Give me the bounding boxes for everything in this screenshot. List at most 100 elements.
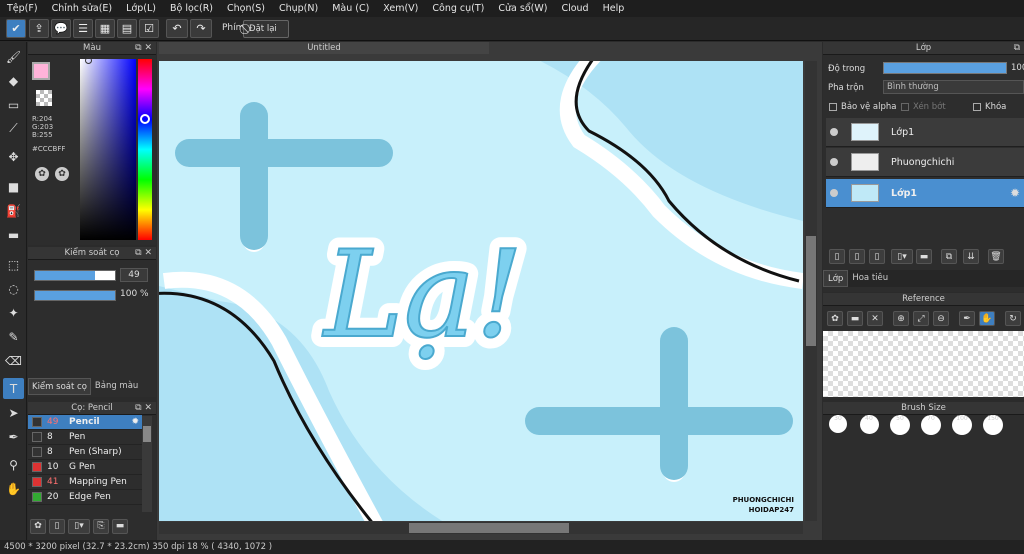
menu-select[interactable]: Chọn(S) (220, 3, 272, 14)
merge-layer-icon[interactable]: ⇊ (963, 249, 979, 264)
size-value[interactable]: 49 (120, 268, 148, 282)
scrollbar-thumb[interactable] (143, 426, 151, 442)
export-icon[interactable]: ⇪ (29, 19, 49, 38)
tab-brush-control[interactable]: Kiểm soát cọ (28, 378, 91, 395)
palette-add-icon[interactable]: ✿ (55, 167, 69, 181)
vscroll-thumb[interactable] (806, 236, 816, 346)
menu-cloud[interactable]: Cloud (554, 3, 595, 14)
select-tool-icon[interactable]: ⬚ (3, 254, 24, 275)
gear-icon[interactable]: ✹ (131, 417, 139, 427)
text-tool-icon[interactable]: T (3, 378, 24, 399)
menu-tools[interactable]: Công cụ(T) (425, 3, 491, 14)
hand-tool-icon[interactable]: ✋ (3, 478, 24, 499)
menu-filter[interactable]: Bộ lọc(R) (163, 3, 220, 14)
grid-icon[interactable]: ▦ (95, 19, 115, 38)
brush-settings-icon[interactable]: ✿ (30, 518, 46, 534)
cloud-check-icon[interactable]: ✔ (6, 19, 26, 38)
fit-icon[interactable]: ⤢ (913, 311, 929, 326)
fill-rect-tool-icon[interactable]: ■ (3, 176, 24, 197)
tab-navigator[interactable]: Hoa tiêu (848, 270, 892, 287)
brush-tool-icon[interactable]: 🖌 (3, 46, 24, 67)
color-picker-cursor[interactable] (85, 57, 92, 64)
brush-list-scrollbar[interactable] (142, 416, 152, 512)
eyedropper-icon[interactable]: ✒ (959, 311, 975, 326)
copy-brush-icon[interactable]: ⎘ (93, 518, 109, 534)
lasso-tool-icon[interactable]: ◌ (3, 278, 24, 299)
layer-row[interactable]: Phuongchichi (826, 148, 1024, 177)
canvas-tab[interactable]: Untitled (159, 42, 489, 54)
brush-item-edge-pen[interactable]: 20 Edge Pen (28, 490, 142, 505)
add-layer-menu-icon[interactable]: ▯▾ (891, 249, 913, 264)
operation-tool-icon[interactable]: ➤ (3, 402, 24, 423)
eraser-tool-icon[interactable]: ◆ (3, 70, 24, 91)
eye-icon[interactable] (830, 189, 838, 197)
eye-icon[interactable] (830, 158, 838, 166)
panel-controls-icon[interactable]: ⧉ (1014, 42, 1020, 55)
new-layer-8bit-icon[interactable]: ▯ (849, 249, 865, 264)
reset-button[interactable]: ⃠ Đặt lại (243, 20, 289, 38)
layer-row-selected[interactable]: Lớp1 ✹ (826, 179, 1024, 208)
select-eraser-tool-icon[interactable]: ⌫ (3, 350, 24, 371)
hue-slider[interactable] (138, 59, 152, 240)
redo-icon[interactable]: ↷ (190, 19, 212, 38)
palette-icon[interactable]: ✿ (35, 167, 49, 181)
protect-alpha-checkbox[interactable]: Bảo vệ alpha (829, 102, 896, 112)
menu-file[interactable]: Tệp(F) (0, 3, 45, 14)
tab-layer[interactable]: Lớp (823, 270, 849, 287)
zoom-out-icon[interactable]: ⊖ (933, 311, 949, 326)
menu-window[interactable]: Cửa sổ(W) (491, 3, 554, 14)
brush-item-pencil[interactable]: 49 Pencil ✹ (28, 415, 142, 430)
brush-item-pen-sharp[interactable]: 8 Pen (Sharp) (28, 445, 142, 460)
panel-controls-icon[interactable]: ⧉ ✕ (135, 247, 152, 260)
canvas[interactable]: Lạ! Lạ! PHUONGCHICHI HOIDAP247 (159, 61, 803, 521)
gear-icon[interactable]: ✹ (1010, 186, 1020, 200)
add-brush-icon[interactable]: ▯▾ (68, 518, 90, 534)
transparent-swatch[interactable] (36, 90, 52, 106)
hand-icon[interactable]: ✋ (979, 311, 995, 326)
folder-icon[interactable]: ▬ (916, 249, 932, 264)
list-icon[interactable]: ☰ (73, 19, 93, 38)
canvas-vscroll[interactable] (805, 61, 817, 521)
size-slider[interactable] (34, 270, 116, 281)
open-icon[interactable]: ▬ (847, 311, 863, 326)
menu-color[interactable]: Màu (C) (325, 3, 376, 14)
menu-view[interactable]: Xem(V) (376, 3, 425, 14)
hue-slider-handle[interactable] (140, 114, 150, 124)
checkbox-icon[interactable]: ☑ (139, 19, 159, 38)
move-tool-icon[interactable]: ✥ (3, 146, 24, 167)
layer-row[interactable]: Lớp1 (826, 118, 1024, 147)
rotate-icon[interactable]: ↻ (1005, 311, 1021, 326)
brush-item-pen[interactable]: 8 Pen (28, 430, 142, 445)
brush-item-mapping-pen[interactable]: 41 Mapping Pen (28, 475, 142, 490)
eyedropper2-tool-icon[interactable]: ⚲ (3, 454, 24, 475)
new-layer-icon[interactable]: ▯ (829, 249, 845, 264)
folder-icon[interactable]: ▬ (112, 518, 128, 534)
menu-help[interactable]: Help (596, 3, 632, 14)
clipping-checkbox[interactable]: Xén bớt (901, 102, 946, 112)
chat-icon[interactable]: 💬 (51, 19, 71, 38)
main-color-swatch[interactable] (32, 62, 50, 80)
color-picker-square[interactable] (80, 57, 136, 240)
magic-wand-tool-icon[interactable]: ✦ (3, 302, 24, 323)
reference-area[interactable] (823, 331, 1024, 397)
blend-select[interactable]: Bình thường (883, 80, 1024, 94)
close-icon[interactable]: ✕ (867, 311, 883, 326)
pin-icon[interactable]: ✿ (827, 311, 843, 326)
bucket-tool-icon[interactable]: ⛽ (3, 200, 24, 221)
hscroll-thumb[interactable] (409, 523, 569, 533)
panel-controls-icon[interactable]: ⧉ ✕ (135, 42, 152, 55)
opacity-slider[interactable] (34, 290, 116, 301)
layer-opacity-slider[interactable] (883, 62, 1007, 74)
menu-layer[interactable]: Lớp(L) (119, 3, 163, 14)
zoom-in-icon[interactable]: ⊕ (893, 311, 909, 326)
lock-checkbox[interactable]: Khóa (973, 102, 1006, 112)
new-brush-icon[interactable]: ▯ (49, 518, 65, 534)
line-tool-icon[interactable]: ⟋ (3, 118, 24, 139)
eye-icon[interactable] (830, 128, 838, 136)
duplicate-layer-icon[interactable]: ⧉ (941, 249, 957, 264)
tab-palette[interactable]: Bảng màu (91, 378, 142, 395)
new-layer-1bit-icon[interactable]: ▯ (869, 249, 885, 264)
brush-item-g-pen[interactable]: 10 G Pen (28, 460, 142, 475)
select-rect-tool-icon[interactable]: ▭ (3, 94, 24, 115)
eyedropper-tool-icon[interactable]: ✒ (3, 426, 24, 447)
